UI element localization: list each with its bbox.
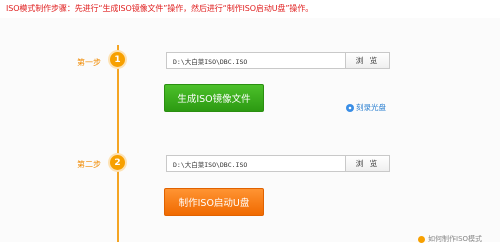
step-timeline [117,45,119,242]
bottom-hint-label: 如何制作ISO模式 [428,235,483,243]
step1-path-input[interactable] [166,52,346,69]
make-iso-usb-button[interactable]: 制作ISO启动U盘 [164,188,264,216]
generate-iso-button[interactable]: 生成ISO镜像文件 [164,84,264,112]
step2-label: 第二步 [77,160,101,169]
step2-badge: 2 [110,155,125,170]
step1-label: 第一步 [77,58,101,67]
instruction-text: ISO模式制作步骤：先进行“生成ISO镜像文件”操作，然后进行“制作ISO启动U… [6,4,314,13]
info-icon [418,235,425,243]
step2-browse-button[interactable]: 浏 览 [345,155,390,172]
burn-disc-link[interactable]: 刻录光盘 [346,102,386,113]
bottom-hint[interactable]: 如何制作ISO模式 [418,234,482,244]
step2-path-input[interactable] [166,155,346,172]
step1-browse-button[interactable]: 浏 览 [345,52,390,69]
disc-icon [346,103,354,112]
burn-disc-label: 刻录光盘 [356,103,386,112]
step1-badge: 1 [110,52,125,67]
